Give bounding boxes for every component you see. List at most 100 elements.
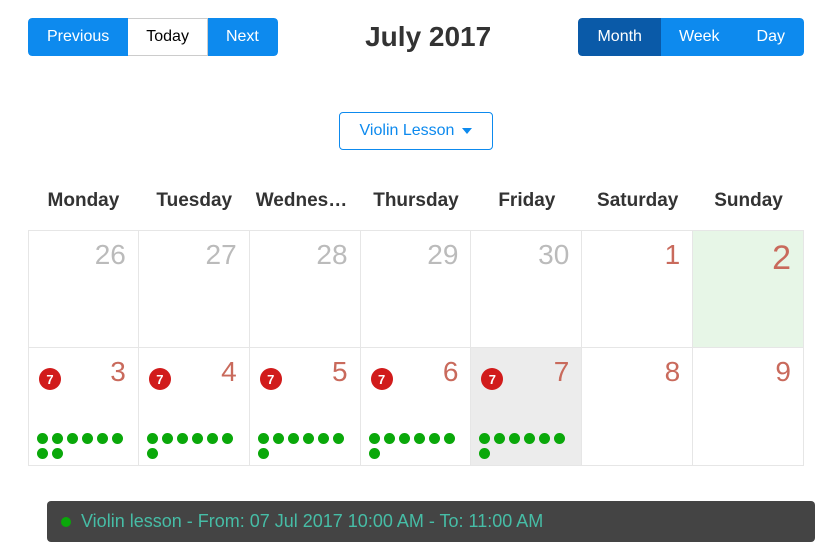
event-dot-icon <box>222 433 233 444</box>
day-number: 6 <box>443 356 459 388</box>
day-cell[interactable]: 27 <box>139 230 250 348</box>
day-cell[interactable]: 9 <box>693 348 804 466</box>
event-count-badge: 7 <box>260 368 282 390</box>
event-dots <box>258 433 352 459</box>
day-number: 29 <box>427 239 458 271</box>
view-week-button[interactable]: Week <box>661 18 739 56</box>
day-cell[interactable]: 30 <box>471 230 582 348</box>
day-header: Thursday <box>361 190 472 212</box>
week-row: 374757677789 <box>28 348 804 466</box>
lesson-type-dropdown[interactable]: Violin Lesson <box>339 112 494 150</box>
calendar-title: July 2017 <box>278 21 579 53</box>
event-dot-icon <box>162 433 173 444</box>
day-header: Tuesday <box>139 190 250 212</box>
day-header: Wednesd… <box>250 190 361 212</box>
day-number: 28 <box>316 239 347 271</box>
event-dot-icon <box>67 433 78 444</box>
day-number: 7 <box>554 356 570 388</box>
event-dot-icon <box>147 448 158 459</box>
event-dot-icon <box>147 433 158 444</box>
calendar-toolbar: Previous Today Next July 2017 Month Week… <box>0 0 832 56</box>
day-header: Sunday <box>693 190 804 212</box>
event-dot-icon <box>369 448 380 459</box>
event-dot-icon <box>288 433 299 444</box>
day-header: Friday <box>471 190 582 212</box>
day-cell[interactable]: 26 <box>28 230 139 348</box>
event-dot-icon <box>479 433 490 444</box>
event-dot-icon <box>524 433 535 444</box>
event-dot-icon <box>258 448 269 459</box>
event-dot-icon <box>192 433 203 444</box>
event-dot-icon <box>97 433 108 444</box>
event-dots <box>479 433 573 459</box>
event-dot-icon <box>333 433 344 444</box>
week-row: 26 27 28 29 30 1 2 <box>28 230 804 348</box>
day-cell[interactable]: 8 <box>582 348 693 466</box>
day-cell[interactable]: 2 <box>693 230 804 348</box>
event-dot-icon <box>258 433 269 444</box>
day-number: 2 <box>772 239 791 278</box>
event-dot-icon <box>444 433 455 444</box>
today-button[interactable]: Today <box>128 18 208 56</box>
day-cell[interactable]: 1 <box>582 230 693 348</box>
event-dots <box>37 433 130 459</box>
event-dot-icon <box>494 433 505 444</box>
event-dot-icon <box>399 433 410 444</box>
caret-down-icon <box>462 128 472 134</box>
event-dot-icon <box>52 433 63 444</box>
event-dot-icon <box>384 433 395 444</box>
day-number: 27 <box>206 239 237 271</box>
day-cell[interactable]: 67 <box>361 348 472 466</box>
event-dots <box>147 433 241 459</box>
event-dots <box>369 433 463 459</box>
event-dot-icon <box>177 433 188 444</box>
event-dot-icon <box>37 448 48 459</box>
view-day-button[interactable]: Day <box>739 18 804 56</box>
day-cell[interactable]: 77 <box>471 348 582 466</box>
event-dot-icon <box>429 433 440 444</box>
event-dot-icon <box>318 433 329 444</box>
event-count-badge: 7 <box>481 368 503 390</box>
event-count-badge: 7 <box>39 368 61 390</box>
day-cell[interactable]: 47 <box>139 348 250 466</box>
day-number: 4 <box>221 356 237 388</box>
day-number: 30 <box>538 239 569 271</box>
event-dot-icon <box>273 433 284 444</box>
event-dot-icon <box>414 433 425 444</box>
calendar-grid: MondayTuesdayWednesd…ThursdayFridaySatur… <box>28 190 804 466</box>
event-dot-icon <box>52 448 63 459</box>
day-number: 8 <box>665 356 681 388</box>
day-number: 9 <box>775 356 791 388</box>
event-tooltip: Violin lesson - From: 07 Jul 2017 10:00 … <box>47 501 815 542</box>
event-dot-icon <box>61 517 71 527</box>
day-number: 5 <box>332 356 348 388</box>
day-number: 26 <box>95 239 126 271</box>
day-cell[interactable]: 57 <box>250 348 361 466</box>
next-button[interactable]: Next <box>208 18 278 56</box>
event-dot-icon <box>82 433 93 444</box>
view-button-group: Month Week Day <box>578 18 804 56</box>
event-dot-icon <box>303 433 314 444</box>
previous-button[interactable]: Previous <box>28 18 128 56</box>
event-dot-icon <box>509 433 520 444</box>
event-count-badge: 7 <box>371 368 393 390</box>
view-month-button[interactable]: Month <box>578 18 660 56</box>
event-dot-icon <box>539 433 550 444</box>
day-header: Monday <box>28 190 139 212</box>
nav-button-group: Previous Today Next <box>28 18 278 56</box>
event-count-badge: 7 <box>149 368 171 390</box>
event-dot-icon <box>479 448 490 459</box>
day-number: 1 <box>665 239 681 271</box>
lesson-type-label: Violin Lesson <box>360 122 455 140</box>
day-header-row: MondayTuesdayWednesd…ThursdayFridaySatur… <box>28 190 804 230</box>
event-dot-icon <box>37 433 48 444</box>
event-tooltip-text: Violin lesson - From: 07 Jul 2017 10:00 … <box>81 511 543 532</box>
day-cell[interactable]: 29 <box>361 230 472 348</box>
day-cell[interactable]: 28 <box>250 230 361 348</box>
event-dot-icon <box>207 433 218 444</box>
event-dot-icon <box>369 433 380 444</box>
event-dot-icon <box>112 433 123 444</box>
day-number: 3 <box>110 356 126 388</box>
day-cell[interactable]: 37 <box>28 348 139 466</box>
day-header: Saturday <box>582 190 693 212</box>
